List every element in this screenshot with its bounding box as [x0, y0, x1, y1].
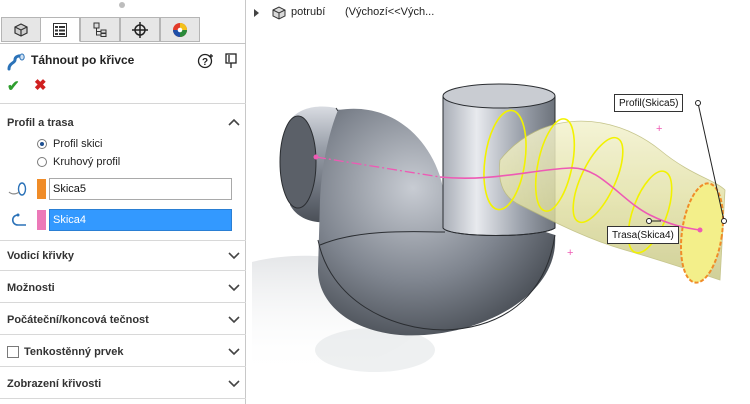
- path-callout[interactable]: Trasa(Skica4): [607, 226, 679, 244]
- radio-label: Kruhový profil: [53, 156, 121, 168]
- property-list-icon: [53, 22, 67, 37]
- ok-button[interactable]: ✔: [7, 79, 20, 94]
- profile-callout[interactable]: Profil(Skica5): [614, 94, 684, 112]
- feature-title-row: Táhnout po křivce ?: [0, 50, 246, 72]
- divider: [0, 103, 246, 104]
- section-label: Profil a trasa: [7, 117, 74, 129]
- path-selection-row: Skica4: [0, 208, 246, 232]
- radio-button[interactable]: [37, 157, 47, 167]
- part-name: potrubí: [291, 6, 326, 18]
- property-manager-panel: Táhnout po křivce ? ✔ ✖ Profil a trasa P…: [0, 0, 246, 404]
- profile-selection-row: Skica5: [0, 177, 246, 201]
- feature-title: Táhnout po křivce: [31, 53, 135, 67]
- inlet-pipe-opening: [279, 115, 317, 209]
- tab-display-manager[interactable]: [160, 17, 200, 42]
- tab-configuration-manager[interactable]: [80, 17, 120, 42]
- expand-arrow-icon[interactable]: [254, 9, 259, 17]
- section-label: Vodicí křivky: [7, 250, 75, 262]
- help-icon[interactable]: ?: [197, 52, 215, 70]
- path-color-swatch: [37, 210, 46, 230]
- profile-icon: [8, 182, 27, 196]
- sweep-icon: [7, 53, 25, 71]
- path-end-point: [697, 227, 703, 233]
- chevron-down-icon[interactable]: [228, 346, 240, 356]
- callout-anchor: [646, 218, 652, 224]
- path-selection-box[interactable]: Skica4: [49, 209, 232, 231]
- section-label: Možnosti: [7, 282, 55, 294]
- appearance-ball-icon: [173, 22, 187, 37]
- vertical-pipe-top: [442, 83, 556, 109]
- origin-marker: +: [567, 247, 573, 259]
- panel-grip-handle[interactable]: [119, 2, 125, 8]
- 3d-model-view[interactable]: + +: [247, 0, 750, 404]
- chevron-down-icon[interactable]: [228, 250, 240, 260]
- tab-property-manager[interactable]: [40, 17, 80, 42]
- section-label: Počáteční/koncová tečnost: [7, 314, 149, 326]
- thin-feature-checkbox[interactable]: [7, 346, 19, 358]
- section-tangency[interactable]: Počáteční/koncová tečnost: [0, 305, 246, 335]
- graphics-area[interactable]: + + potrubí (Výchozí<<Vých... Profil(Ski…: [247, 0, 750, 404]
- profile-color-swatch: [37, 179, 46, 199]
- configuration-icon: [93, 22, 107, 37]
- chevron-down-icon[interactable]: [228, 378, 240, 388]
- origin-marker: +: [656, 123, 662, 135]
- section-guide-curves[interactable]: Vodicí křivky: [0, 241, 246, 271]
- cancel-button[interactable]: ✖: [34, 78, 47, 93]
- callout-anchor: [695, 100, 701, 106]
- section-label: Zobrazení křivosti: [7, 378, 102, 390]
- tab-dimxpert-manager[interactable]: [120, 17, 160, 42]
- tab-feature-manager[interactable]: [1, 17, 41, 42]
- section-curvature-display[interactable]: Zobrazení křivosti: [0, 369, 246, 399]
- part-icon: [272, 6, 286, 20]
- svg-text:?: ?: [202, 57, 208, 68]
- radio-button[interactable]: [37, 139, 47, 149]
- manager-tabs: [0, 13, 246, 44]
- feature-tree-icon: [14, 22, 28, 37]
- section-thin-feature[interactable]: Tenkostěnný prvek: [0, 337, 246, 367]
- callout-anchor: [721, 218, 727, 224]
- chevron-down-icon[interactable]: [228, 314, 240, 324]
- chevron-down-icon[interactable]: [228, 282, 240, 292]
- crosshair-icon: [132, 21, 148, 38]
- path-start-point: [313, 154, 319, 160]
- pin-icon[interactable]: [222, 52, 240, 70]
- radio-label: Profil skici: [53, 138, 103, 150]
- path-icon: [11, 213, 26, 226]
- profile-selection-box[interactable]: Skica5: [49, 178, 232, 200]
- configuration-name: (Výchozí<<Vých...: [345, 6, 435, 18]
- section-profile-path[interactable]: Profil a trasa: [0, 108, 246, 138]
- section-options[interactable]: Možnosti: [0, 273, 246, 303]
- chevron-up-icon[interactable]: [228, 117, 240, 127]
- section-label: Tenkostěnný prvek: [24, 346, 124, 358]
